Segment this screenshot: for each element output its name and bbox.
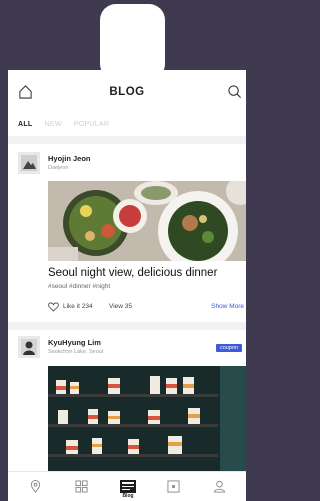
post-location: Seokchon Lake, Seoul [48,349,104,355]
grid-icon [75,480,88,493]
like-count: Like it 234 [63,303,93,310]
section-divider [8,136,246,144]
avatar[interactable] [18,336,40,358]
app-header: BLOG [8,70,246,114]
dinner-photo-image [48,181,246,261]
section-divider [8,322,246,330]
filter-tabs: ALL NEW POPULAR [18,121,109,128]
page-title: BLOG [109,86,145,98]
avatar-image [21,339,37,355]
blog-post[interactable]: Hyojin Jeon Daejeon Seoul night view, de… [8,152,246,322]
post-author[interactable]: Hyojin Jeon [48,154,91,163]
search-icon[interactable] [227,84,242,99]
store-shelf-image [48,366,246,476]
post-author[interactable]: KyuHyung Lim [48,338,101,347]
view-count: View 35 [109,303,133,310]
app-screen: BLOG ALL NEW POPULAR Hyojin Jeon Daejeon [8,70,246,501]
nav-square[interactable] [154,472,194,501]
post-photo[interactable] [48,181,246,261]
nav-map[interactable] [16,472,56,501]
bottom-nav: Blog [8,471,246,501]
show-more-link[interactable]: Show More [211,303,244,310]
post-photo[interactable] [48,366,246,476]
heart-icon[interactable] [48,302,59,312]
device-notch [100,4,165,80]
avatar-image [21,155,37,171]
post-location: Daejeon [48,165,69,171]
square-icon [167,480,180,493]
blog-icon [120,480,136,493]
nav-profile[interactable] [200,472,240,501]
profile-icon [213,480,226,493]
coupon-badge[interactable]: coupon [215,344,242,352]
nav-blog[interactable]: Blog [108,472,148,501]
post-caption: Seoul night view, delicious dinner [48,267,218,279]
tab-all[interactable]: ALL [18,121,33,128]
blog-post[interactable]: KyuHyung Lim Seokchon Lake, Seoul coupon [8,336,246,476]
home-icon[interactable] [18,84,33,99]
nav-grid[interactable] [62,472,102,501]
avatar[interactable] [18,152,40,174]
nav-label: Blog [122,493,134,499]
post-tags[interactable]: #seoul #dinner #night [48,283,110,290]
tab-new[interactable]: NEW [45,121,62,128]
map-pin-icon [30,480,41,493]
tab-popular[interactable]: POPULAR [74,121,110,128]
